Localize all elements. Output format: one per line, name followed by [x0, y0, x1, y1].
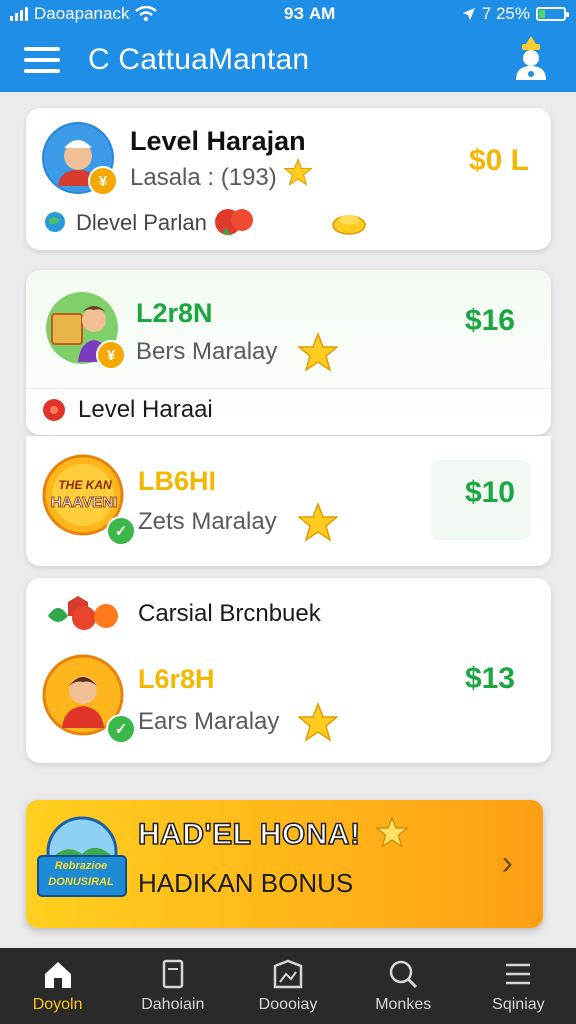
badge-text-top: THE KAN: [58, 478, 112, 492]
footer-label: Dlevel Parlan: [76, 210, 207, 235]
chef-avatar-icon[interactable]: [508, 34, 554, 84]
nav-label: Doyoln: [32, 996, 83, 1013]
card-subtitle: Ears Maralay: [138, 708, 280, 735]
coin-badge: ¥: [88, 166, 118, 196]
wifi-icon: [135, 6, 158, 22]
card-price: $13: [464, 662, 515, 695]
signal-icon: [10, 7, 28, 21]
status-bar: Daoapanack 9З AM 7 25%: [0, 0, 576, 28]
level-card-4[interactable]: Carsial Brcnbuek ✓ L6r8H Ears Maralay $1…: [26, 578, 551, 763]
check-badge: ✓: [106, 516, 136, 546]
list-icon: [506, 963, 531, 985]
vegetables-icon: [48, 596, 118, 630]
app-header: C CattuaMantan: [0, 28, 576, 92]
check-badge: ✓: [106, 714, 136, 744]
card-price: $16: [464, 304, 515, 337]
tomato-icon: [215, 209, 253, 236]
bonus-banner[interactable]: Rebrazioe DONUSIRAL HAD'EL HONA! HADIKAN…: [26, 800, 543, 928]
nav-label: Monkes: [375, 996, 432, 1013]
search-icon: [389, 960, 418, 989]
nav-item-home[interactable]: Doyoln: [0, 948, 115, 1024]
card-price: $0 L: [468, 144, 529, 177]
card-subtitle: Zets Maralay: [138, 508, 277, 535]
card-title: LB6HI: [138, 466, 217, 496]
nav-label: Doooiay: [258, 996, 318, 1013]
nav-item-list[interactable]: Sqiniay: [461, 948, 576, 1024]
card-price: $10: [464, 476, 515, 509]
level-card-3[interactable]: THE KAN HAAVENI ✓ LB6HI Zets Maralay $10: [26, 436, 551, 566]
home-icon: [44, 962, 71, 988]
section-label: Carsial Brcnbuek: [138, 600, 321, 627]
nav-label: Sqiniay: [492, 996, 545, 1013]
bonus-badge-line2: DONUSIRAL: [48, 876, 114, 888]
bonus-subline: HADIKAN BONUS: [138, 868, 354, 898]
card-title: Level Harajan: [130, 126, 306, 156]
frame-icon: [273, 959, 303, 989]
hamburger-icon[interactable]: [24, 47, 60, 73]
nav-item-document[interactable]: Dahoiain: [115, 948, 230, 1024]
red-dot-icon: [43, 399, 65, 421]
battery-icon: [536, 7, 569, 21]
nav-label: Dahoiain: [141, 996, 205, 1013]
bonus-headline: HAD'EL HONA!: [137, 817, 361, 852]
document-icon: [162, 959, 184, 989]
star-icon: [298, 502, 338, 542]
star-icon: [298, 332, 338, 372]
nav-item-search[interactable]: Monkes: [346, 948, 461, 1024]
globe-icon: [45, 212, 65, 232]
section-label: Level Haraai: [78, 396, 213, 423]
card-subtitle: Bers Maralay: [136, 338, 278, 365]
level-card-1[interactable]: ¥ Level Harajan Lasala : (193) $0 L Dlev…: [26, 108, 551, 250]
app-title: C CattuaMantan: [88, 43, 310, 76]
coin-badge: ¥: [96, 340, 126, 370]
card-subtitle: Lasala : (193): [130, 164, 277, 191]
carrier-name: Daoapanack: [34, 4, 130, 23]
status-time: 9З AM: [284, 4, 336, 23]
nav-item-frame[interactable]: Doooiay: [230, 948, 345, 1024]
card-title: L6r8H: [138, 664, 215, 694]
battery-percent: 7 25%: [481, 4, 530, 23]
star-icon: [298, 702, 338, 742]
badge-text-bottom: HAAVENI: [50, 494, 118, 512]
battery-level: [539, 10, 545, 18]
star-icon: [376, 816, 408, 848]
chevron-right-icon[interactable]: ›: [502, 844, 513, 883]
gold-coins-icon: [332, 215, 366, 235]
card-title: L2r8N: [136, 298, 213, 328]
location-arrow-icon: [462, 8, 475, 20]
bottom-nav: Doyoln Dahoiain Doooiay Monkes Sqiniay: [0, 948, 576, 1024]
bonus-badge-line1: Rebrazioe: [54, 860, 108, 872]
star-icon: [284, 158, 312, 186]
level-card-2[interactable]: ¥ L2r8N Bers Maralay $16 Level Haraai: [26, 270, 551, 435]
